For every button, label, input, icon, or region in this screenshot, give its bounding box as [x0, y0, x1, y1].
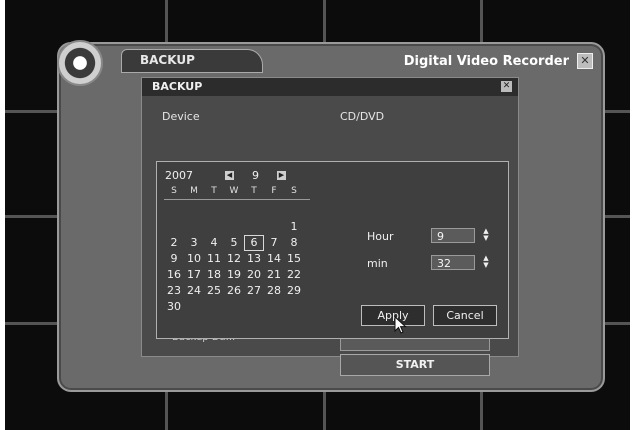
weekday-label: T [211, 186, 217, 196]
weekday-label: M [190, 186, 198, 196]
weekday-label: T [251, 186, 257, 196]
calendar-day[interactable]: 9 [164, 251, 184, 267]
calendar-day[interactable]: 1 [284, 219, 304, 235]
calendar-month: 9 [252, 169, 259, 182]
calendar-day[interactable]: 3 [184, 235, 204, 251]
spinner-icon[interactable]: ▲ ▼ [483, 255, 489, 271]
weekday-label: S [291, 186, 297, 196]
apply-button[interactable]: Apply [361, 305, 425, 326]
calendar-day[interactable]: 4 [204, 235, 224, 251]
close-icon[interactable]: ✕ [501, 81, 512, 92]
hour-field[interactable]: 9 [431, 228, 475, 243]
calendar-day[interactable]: 10 [184, 251, 204, 267]
calendar-day[interactable]: 23 [164, 283, 184, 299]
cancel-button[interactable]: Cancel [433, 305, 497, 326]
spin-down-icon[interactable]: ▼ [483, 235, 489, 242]
calendar-day[interactable]: 13 [244, 251, 264, 267]
calendar-day[interactable]: 14 [264, 251, 284, 267]
calendar-day[interactable]: 5 [224, 235, 244, 251]
calendar-day[interactable]: 26 [224, 283, 244, 299]
calendar-day[interactable]: 25 [204, 283, 224, 299]
calendar-day[interactable]: 20 [244, 267, 264, 283]
calendar-day[interactable]: 15 [284, 251, 304, 267]
calendar-day[interactable]: 16 [164, 267, 184, 283]
min-field[interactable]: 32 [431, 255, 475, 270]
backup-panel: BACKUP ✕ Device CD/DVD Backup Da... STAR… [141, 77, 519, 376]
calendar-day[interactable]: 11 [204, 251, 224, 267]
calendar-day[interactable]: 7 [264, 235, 284, 251]
dvr-logo-icon [57, 40, 103, 86]
calendar-day[interactable]: 24 [184, 283, 204, 299]
next-arrow-icon[interactable]: ▶ [277, 171, 286, 180]
title-tab: BACKUP [121, 49, 263, 73]
calendar-day[interactable]: 29 [284, 283, 304, 299]
weekday-label: W [229, 186, 239, 196]
calendar-day-selected[interactable]: 6 [244, 235, 264, 251]
calendar-day[interactable]: 8 [284, 235, 304, 251]
calendar-day[interactable]: 21 [264, 267, 284, 283]
backup-header: BACKUP ✕ [142, 78, 518, 96]
tab-title: BACKUP [140, 53, 195, 67]
hour-label: Hour [367, 230, 394, 243]
calendar-day[interactable]: 28 [264, 283, 284, 299]
backup-title: BACKUP [152, 80, 203, 93]
spinner-icon[interactable]: ▲ ▼ [483, 228, 489, 244]
calendar-day[interactable]: 19 [224, 267, 244, 283]
calendar-year: 2007 [165, 169, 193, 182]
start-button[interactable]: START [340, 354, 490, 376]
device-value[interactable]: CD/DVD [340, 110, 384, 123]
calendar-day[interactable]: 2 [164, 235, 184, 251]
min-label: min [367, 257, 388, 270]
calendar-day[interactable]: 27 [244, 283, 264, 299]
weekday-header: S M T W T F S [164, 186, 310, 200]
weekday-label: S [171, 186, 177, 196]
calendar-day[interactable]: 22 [284, 267, 304, 283]
app-title: Digital Video Recorder [403, 54, 569, 69]
dvr-main-window: BACKUP Digital Video Recorder ✕ BACKUP ✕… [57, 40, 605, 392]
weekday-label: F [271, 186, 277, 196]
date-time-picker: 2007 ◀ 9 ▶ S M T W T F S 1 2 3 4 5 6 7 8 9 10 11 12… [156, 161, 509, 339]
spin-down-icon[interactable]: ▼ [483, 262, 489, 269]
calendar-day[interactable]: 17 [184, 267, 204, 283]
calendar-day[interactable]: 12 [224, 251, 244, 267]
close-icon[interactable]: ✕ [577, 53, 593, 69]
monitor-screen: BACKUP Digital Video Recorder ✕ BACKUP ✕… [5, 0, 630, 430]
mouse-cursor-icon [394, 316, 407, 334]
calendar-day[interactable]: 30 [164, 299, 184, 315]
device-label: Device [162, 110, 200, 123]
prev-arrow-icon[interactable]: ◀ [225, 171, 234, 180]
calendar-day[interactable]: 18 [204, 267, 224, 283]
